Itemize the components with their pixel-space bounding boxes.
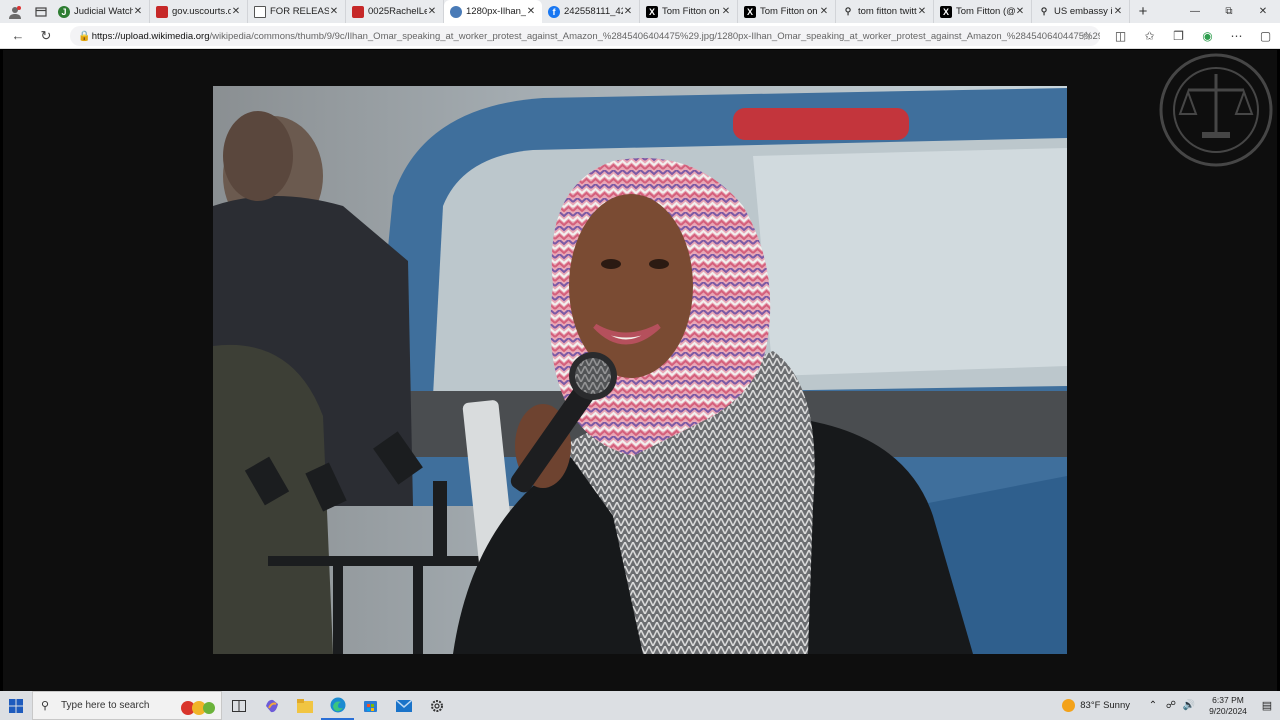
tab-close-icon[interactable]: ✕ (623, 6, 633, 17)
weather-condition: Sunny (1103, 700, 1130, 711)
browser-tab[interactable]: f 242558111_424✕ (542, 0, 640, 23)
document-favicon-icon (254, 5, 266, 18)
browser-tab[interactable]: ⚲ US embassy in I✕ (1032, 0, 1130, 23)
search-placeholder: Type here to search (61, 700, 150, 711)
clock-date: 9/20/2024 (1209, 705, 1247, 716)
task-view-icon[interactable] (222, 691, 255, 720)
tab-close-icon[interactable]: ✕ (721, 6, 731, 17)
url-host: https://upload.wikimedia.org (91, 30, 210, 42)
tab-close-icon[interactable]: ✕ (133, 6, 143, 17)
more-menu-icon[interactable]: ⋯ (1222, 23, 1251, 49)
chevron-up-icon[interactable]: ⌃ (1145, 700, 1161, 711)
copilot-icon[interactable] (255, 691, 288, 720)
sun-icon (1062, 699, 1076, 712)
microsoft-store-icon[interactable] (354, 691, 387, 720)
address-bar[interactable]: 🔒 https://upload.wikimedia.org/wikipedia… (70, 26, 1100, 46)
profile-icon[interactable] (0, 0, 30, 23)
minimize-icon[interactable]: — (1178, 0, 1212, 23)
tab-label: Tom Fitton on X (662, 6, 721, 17)
navigation-bar: ← ↻ 🔒 https://upload.wikimedia.org/wikip… (0, 23, 1280, 49)
x-favicon-icon: X (744, 5, 756, 18)
fruit-highlight-icon (181, 701, 215, 715)
pdf-favicon-icon (156, 5, 168, 18)
close-window-icon[interactable]: ✕ (1246, 0, 1280, 23)
judicial-watch-favicon-icon: J (58, 5, 70, 18)
tab-label: tom fitton twitt (858, 6, 917, 17)
favorite-star-icon[interactable]: ☆ (1081, 29, 1092, 43)
weather-temperature: 83°F (1080, 700, 1101, 711)
search-favicon-icon: ⚲ (844, 6, 852, 16)
x-favicon-icon: X (940, 5, 952, 18)
tab-close-icon[interactable]: ✕ (427, 6, 437, 17)
tab-label: Tom Fitton on X (760, 6, 819, 17)
system-tray: 83°F Sunny ⌃ ☍ 🔊 6:37 PM 9/20/2024 ▤ (1062, 691, 1280, 720)
wikimedia-favicon-icon (450, 5, 462, 18)
browser-tab[interactable]: J Judicial Watch S✕ (52, 0, 150, 23)
tab-close-icon[interactable]: ✕ (917, 6, 927, 17)
tab-actions-icon[interactable] (30, 0, 52, 23)
tab-label: Tom Fitton (@Tr (956, 6, 1015, 17)
browser-tab[interactable]: X Tom Fitton (@Tr✕ (934, 0, 1032, 23)
search-icon: ⚲ (41, 700, 50, 712)
tab-close-icon[interactable]: ✕ (1113, 6, 1123, 17)
extension-icon[interactable]: ◉ (1193, 23, 1222, 49)
facebook-favicon-icon: f (548, 5, 560, 18)
browser-tab[interactable]: 0025RachelLevi✕ (346, 0, 444, 23)
pdf-favicon-icon (352, 5, 364, 18)
tab-close-icon[interactable]: ✕ (1015, 6, 1025, 17)
url-path: /wikipedia/commons/thumb/9/9c/Ilhan_Omar… (209, 30, 1100, 42)
lock-icon: 🔒 (78, 30, 91, 42)
refresh-button[interactable]: ↻ (32, 23, 60, 49)
volume-icon[interactable]: 🔊 (1181, 700, 1197, 711)
browser-tab[interactable]: X Tom Fitton on X✕ (738, 0, 836, 23)
windows-start-icon[interactable] (0, 691, 32, 720)
sidebar-icon[interactable]: ▢ (1251, 23, 1280, 49)
tab-label: FOR RELEASE U (270, 6, 329, 17)
taskbar-search-input[interactable]: ⚲ Type here to search (32, 691, 222, 720)
file-explorer-icon[interactable] (288, 691, 321, 720)
tab-label: 242558111_424 (564, 6, 623, 17)
tab-close-icon[interactable]: ✕ (819, 6, 829, 17)
x-favicon-icon: X (646, 5, 658, 18)
browser-tab[interactable]: FOR RELEASE U✕ (248, 0, 346, 23)
new-tab-button[interactable]: + (1130, 0, 1156, 23)
clock-time: 6:37 PM (1212, 694, 1244, 705)
tab-label: 1280px-Ilhan_O (466, 6, 526, 17)
browser-tab[interactable]: X Tom Fitton on X✕ (640, 0, 738, 23)
collections-icon[interactable]: ❐ (1164, 23, 1193, 49)
favorites-icon[interactable]: ✩ (1135, 23, 1164, 49)
tab-label: US embassy in I (1054, 6, 1113, 17)
reading-view-icon[interactable]: ◫ (1106, 23, 1135, 49)
toolbar: ◫ ✩ ❐ ◉ ⋯ ▢ (1106, 23, 1280, 49)
edge-browser-icon[interactable] (321, 691, 354, 720)
tab-label: 0025RachelLevi (368, 6, 427, 17)
page-viewport (3, 50, 1277, 691)
browser-tab[interactable]: gov.uscourts.dc✕ (150, 0, 248, 23)
tab-close-icon[interactable]: ✕ (329, 6, 339, 17)
tab-strip: JJudicial Watch S✕gov.uscourts.dc✕FOR RE… (0, 0, 1280, 23)
clock[interactable]: 6:37 PM 9/20/2024 (1202, 695, 1254, 717)
weather-widget[interactable]: 83°F Sunny (1062, 699, 1130, 712)
settings-gear-icon[interactable] (420, 691, 453, 720)
restore-icon[interactable]: ⧉ (1212, 0, 1246, 23)
window-controls: — ⧉ ✕ (1178, 0, 1280, 23)
browser-tab[interactable]: ⚲ tom fitton twitt ✕ (836, 0, 934, 23)
displayed-photo (213, 86, 1067, 654)
notification-icon[interactable]: ▤ (1254, 691, 1280, 720)
tab-label: gov.uscourts.dc (172, 6, 231, 17)
tab-close-icon[interactable]: ✕ (526, 6, 536, 17)
mail-icon[interactable] (387, 691, 420, 720)
browser-tab[interactable]: 1280px-Ilhan_O✕ (444, 0, 542, 23)
taskbar: ⚲ Type here to search 83°F Sunny ⌃ ☍ 🔊 6… (0, 691, 1280, 720)
network-icon[interactable]: ☍ (1163, 700, 1179, 711)
back-button[interactable]: ← (4, 23, 32, 49)
court-seal-watermark (1159, 53, 1273, 167)
tab-close-icon[interactable]: ✕ (231, 6, 241, 17)
tab-label: Judicial Watch S (74, 6, 133, 17)
search-favicon-icon: ⚲ (1040, 6, 1048, 16)
